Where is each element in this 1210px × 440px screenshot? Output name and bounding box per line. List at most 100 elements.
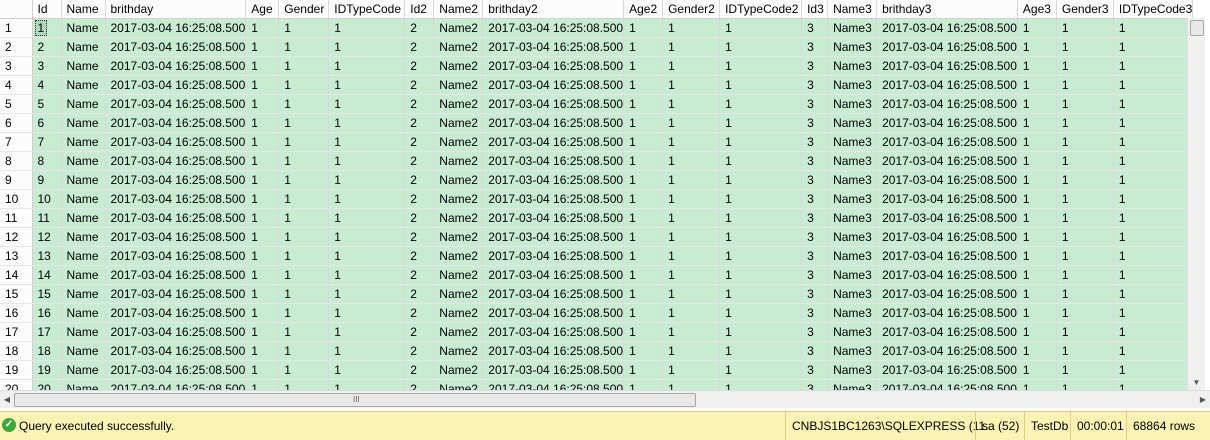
cell-id[interactable]: 16 xyxy=(32,303,62,323)
cell-brithday[interactable]: 2017-03-04 16:25:08.500 xyxy=(105,284,247,304)
cell-age2[interactable]: 1 xyxy=(623,265,664,285)
cell-id2[interactable]: 2 xyxy=(404,56,435,76)
cell-name3[interactable]: Name3 xyxy=(827,227,878,247)
cell-brithday[interactable]: 2017-03-04 16:25:08.500 xyxy=(105,151,247,171)
cell-id[interactable]: 5 xyxy=(32,94,62,114)
row-number[interactable]: 1 xyxy=(0,18,33,38)
cell-id3[interactable]: 3 xyxy=(801,75,829,95)
cell-name[interactable]: Name xyxy=(61,151,106,171)
cell-idtypecode2[interactable]: 1 xyxy=(719,322,803,342)
cell-age[interactable]: 1 xyxy=(245,189,280,209)
cell-idtypecode3[interactable]: 1 xyxy=(1113,94,1194,114)
vertical-scrollbar[interactable]: ▼ xyxy=(1187,18,1205,390)
cell-id[interactable]: 17 xyxy=(32,322,62,342)
cell-brithday3[interactable]: 2017-03-04 16:25:08.500 xyxy=(876,18,1018,38)
cell-name2[interactable]: Name2 xyxy=(433,322,484,342)
cell-gender2[interactable]: 1 xyxy=(662,303,721,323)
cell-name3[interactable]: Name3 xyxy=(827,75,878,95)
cell-age[interactable]: 1 xyxy=(245,360,280,380)
cell-gender2[interactable]: 1 xyxy=(662,37,721,57)
cell-idtypecode2[interactable]: 1 xyxy=(719,18,803,38)
cell-idtypecode[interactable]: 1 xyxy=(328,189,406,209)
horizontal-scrollbar[interactable]: ◀ III ▶ xyxy=(0,390,1210,408)
cell-gender3[interactable]: 1 xyxy=(1056,189,1114,209)
cell-brithday2[interactable]: 2017-03-04 16:25:08.500 xyxy=(482,113,625,133)
cell-age[interactable]: 1 xyxy=(245,284,280,304)
cell-name2[interactable]: Name2 xyxy=(433,227,484,247)
cell-id[interactable]: 12 xyxy=(32,227,62,247)
cell-id3[interactable]: 3 xyxy=(801,189,829,209)
cell-brithday3[interactable]: 2017-03-04 16:25:08.500 xyxy=(876,170,1018,190)
cell-name2[interactable]: Name2 xyxy=(433,113,484,133)
cell-idtypecode3[interactable]: 1 xyxy=(1113,246,1194,266)
cell-age2[interactable]: 1 xyxy=(623,227,664,247)
column-header[interactable]: IDTypeCode2 xyxy=(719,0,803,19)
cell-gender3[interactable]: 1 xyxy=(1056,227,1114,247)
cell-name2[interactable]: Name2 xyxy=(433,151,484,171)
table-row[interactable]: 18 18 Name 2017-03-04 16:25:08.500 1 1 1 2 Name2… xyxy=(0,341,1194,361)
cell-gender3[interactable]: 1 xyxy=(1056,341,1114,361)
row-number[interactable]: 13 xyxy=(0,246,33,266)
cell-name2[interactable]: Name2 xyxy=(433,170,484,190)
cell-gender2[interactable]: 1 xyxy=(662,56,721,76)
cell-id3[interactable]: 3 xyxy=(801,303,829,323)
cell-name2[interactable]: Name2 xyxy=(433,94,484,114)
cell-id[interactable]: 20 xyxy=(32,379,62,390)
cell-age3[interactable]: 1 xyxy=(1017,284,1057,304)
cell-age2[interactable]: 1 xyxy=(623,379,664,390)
cell-gender[interactable]: 1 xyxy=(278,341,330,361)
cell-idtypecode2[interactable]: 1 xyxy=(719,284,803,304)
cell-idtypecode3[interactable]: 1 xyxy=(1113,208,1194,228)
cell-brithday[interactable]: 2017-03-04 16:25:08.500 xyxy=(105,56,247,76)
cell-idtypecode[interactable]: 1 xyxy=(328,151,406,171)
cell-gender2[interactable]: 1 xyxy=(662,132,721,152)
cell-name3[interactable]: Name3 xyxy=(827,37,878,57)
cell-name3[interactable]: Name3 xyxy=(827,284,878,304)
cell-idtypecode[interactable]: 1 xyxy=(328,113,406,133)
cell-idtypecode2[interactable]: 1 xyxy=(719,189,803,209)
cell-age2[interactable]: 1 xyxy=(623,170,664,190)
cell-idtypecode[interactable]: 1 xyxy=(328,360,406,380)
cell-id[interactable]: 10 xyxy=(32,189,62,209)
cell-idtypecode3[interactable]: 1 xyxy=(1113,113,1194,133)
cell-idtypecode[interactable]: 1 xyxy=(328,132,406,152)
table-row[interactable]: 20 20 Name 2017-03-04 16:25:08.500 1 1 1 2 Name2… xyxy=(0,379,1194,390)
cell-idtypecode3[interactable]: 1 xyxy=(1113,265,1194,285)
cell-id2[interactable]: 2 xyxy=(404,246,435,266)
cell-gender3[interactable]: 1 xyxy=(1056,208,1114,228)
row-number[interactable]: 11 xyxy=(0,208,33,228)
cell-age[interactable]: 1 xyxy=(245,379,280,390)
table-row[interactable]: 19 19 Name 2017-03-04 16:25:08.500 1 1 1 2 Name2… xyxy=(0,360,1194,380)
cell-name3[interactable]: Name3 xyxy=(827,303,878,323)
cell-name3[interactable]: Name3 xyxy=(827,170,878,190)
cell-idtypecode2[interactable]: 1 xyxy=(719,94,803,114)
cell-gender[interactable]: 1 xyxy=(278,113,330,133)
cell-age3[interactable]: 1 xyxy=(1017,113,1057,133)
cell-idtypecode[interactable]: 1 xyxy=(328,227,406,247)
cell-brithday[interactable]: 2017-03-04 16:25:08.500 xyxy=(105,94,247,114)
cell-brithday3[interactable]: 2017-03-04 16:25:08.500 xyxy=(876,75,1018,95)
row-number[interactable]: 7 xyxy=(0,132,33,152)
row-number[interactable]: 10 xyxy=(0,189,33,209)
cell-id2[interactable]: 2 xyxy=(404,208,435,228)
cell-id2[interactable]: 2 xyxy=(404,113,435,133)
cell-brithday[interactable]: 2017-03-04 16:25:08.500 xyxy=(105,18,247,38)
cell-name3[interactable]: Name3 xyxy=(827,265,878,285)
cell-name2[interactable]: Name2 xyxy=(433,265,484,285)
cell-id[interactable]: 1 xyxy=(32,18,62,38)
cell-gender[interactable]: 1 xyxy=(278,379,330,390)
cell-idtypecode2[interactable]: 1 xyxy=(719,113,803,133)
cell-id2[interactable]: 2 xyxy=(404,132,435,152)
cell-brithday[interactable]: 2017-03-04 16:25:08.500 xyxy=(105,37,247,57)
column-header[interactable]: IDTypeCode3 xyxy=(1113,0,1194,19)
table-row[interactable]: 14 14 Name 2017-03-04 16:25:08.500 1 1 1 2 Name2… xyxy=(0,265,1194,285)
cell-name[interactable]: Name xyxy=(61,265,106,285)
cell-age2[interactable]: 1 xyxy=(623,189,664,209)
column-header[interactable]: brithday2 xyxy=(482,0,625,19)
cell-gender3[interactable]: 1 xyxy=(1056,94,1114,114)
cell-id2[interactable]: 2 xyxy=(404,265,435,285)
table-row[interactable]: 9 9 Name 2017-03-04 16:25:08.500 1 1 1 2 Name2 20… xyxy=(0,170,1194,190)
cell-brithday[interactable]: 2017-03-04 16:25:08.500 xyxy=(105,208,247,228)
cell-gender2[interactable]: 1 xyxy=(662,265,721,285)
cell-gender[interactable]: 1 xyxy=(278,284,330,304)
